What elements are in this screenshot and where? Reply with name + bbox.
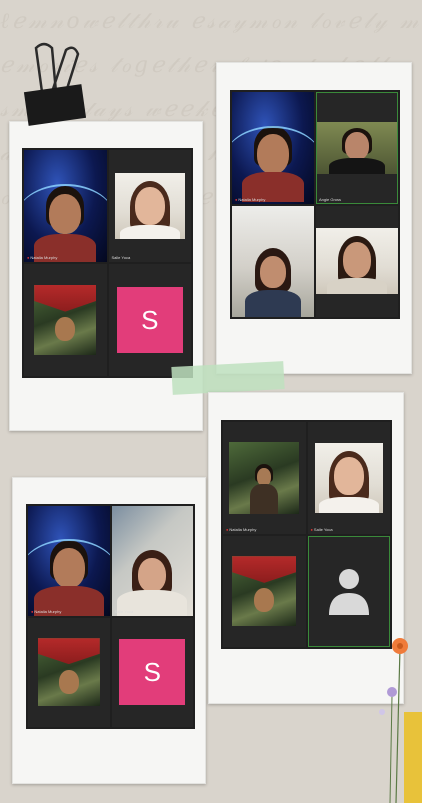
participant-tile[interactable]: ●Natalia Murphy (232, 92, 314, 204)
participant-tile[interactable]: ●Natalia Murphy (223, 422, 306, 534)
participant-tile[interactable] (232, 205, 314, 317)
avatar: S (119, 639, 186, 706)
binder-clip-icon (23, 42, 86, 126)
participant-video (314, 442, 383, 513)
participant-shirt (318, 496, 379, 513)
participant-shirt (329, 157, 385, 174)
participant-shirt (119, 225, 180, 239)
participant-name-label: ●Natalia Murphy (235, 196, 266, 202)
mic-off-icon: ● (310, 526, 313, 532)
avatar-initial: S (141, 304, 159, 335)
participant-tile[interactable] (28, 617, 110, 727)
participant-video (317, 121, 397, 174)
participant-video (114, 173, 185, 239)
participant-shirt (327, 278, 387, 295)
participant-video (232, 556, 297, 627)
avatar: S (116, 287, 183, 353)
participant-face (254, 588, 275, 613)
participant-hair (46, 186, 85, 226)
participant-face (52, 548, 85, 588)
participant-tile[interactable] (307, 535, 390, 647)
participant-tile[interactable] (223, 535, 306, 647)
participant-video (24, 150, 107, 262)
participant-tile[interactable]: ●Salle Yoca (307, 422, 390, 534)
participant-tile[interactable]: ●Natalia Murphy (24, 150, 107, 262)
washi-tape (171, 361, 285, 395)
participant-face (49, 194, 82, 234)
participant-tile[interactable] (316, 205, 398, 317)
participant-face (58, 670, 79, 695)
participant-name-label: ●Natalia Murphy (226, 526, 257, 532)
participant-shirt (245, 289, 301, 317)
video-call-grid-1: ●Natalia Murphy Salle Yoca S (22, 148, 193, 378)
participant-video (111, 506, 193, 616)
participant-tile[interactable]: S (111, 617, 193, 727)
participant-tile[interactable]: Salle Yoca (108, 150, 191, 262)
participant-video (316, 228, 398, 295)
polaroid-frame-4: ●Natalia Murphy Salle Yoca S (12, 477, 206, 784)
participant-video (37, 638, 100, 707)
participant-face (260, 255, 286, 288)
participant-face (134, 187, 165, 225)
participant-face (55, 317, 76, 341)
video-call-grid-4: ●Natalia Murphy Salle Yoca S (26, 504, 195, 729)
participant-video (34, 285, 97, 355)
participant-face (345, 131, 369, 160)
participant-shirt (250, 483, 279, 514)
participant-tile[interactable]: ●Natalia Murphy (28, 506, 110, 616)
video-call-grid-3: ●Natalia Murphy ●Salle Yoca (221, 420, 392, 649)
participant-video (232, 205, 314, 317)
participant-face (138, 558, 167, 592)
participant-face (333, 456, 364, 495)
participant-tile[interactable]: S (108, 264, 191, 376)
polaroid-frame-2: ●Natalia Murphy Angie Gross (216, 62, 412, 374)
participant-tile[interactable] (24, 264, 107, 376)
participant-hair (254, 126, 292, 166)
participant-hair (49, 540, 88, 580)
participant-name-label: Angie Gross (319, 196, 342, 202)
avatar-initial: S (143, 656, 161, 687)
participant-name-label: Salle Yoca (114, 608, 134, 614)
umbrella (232, 556, 297, 583)
participant-video (229, 441, 300, 514)
participant-face (257, 134, 289, 174)
person-avatar-icon (328, 569, 369, 616)
participant-name-label: Salle Yoca (111, 255, 131, 260)
participant-tile[interactable]: Angie Gross (316, 92, 398, 204)
participant-name-label: ●Natalia Murphy (31, 608, 62, 614)
participant-name-label: ●Salle Yoca (310, 526, 333, 532)
video-call-grid-2: ●Natalia Murphy Angie Gross (230, 90, 400, 319)
umbrella (34, 285, 97, 312)
participant-tile[interactable]: Salle Yoca (111, 506, 193, 616)
umbrella (37, 638, 100, 665)
participant-name-label: ●Natalia Murphy (27, 255, 58, 260)
flower-icon (379, 638, 422, 803)
participant-video (28, 506, 110, 616)
participant-video (232, 92, 314, 204)
participant-face (343, 242, 371, 279)
